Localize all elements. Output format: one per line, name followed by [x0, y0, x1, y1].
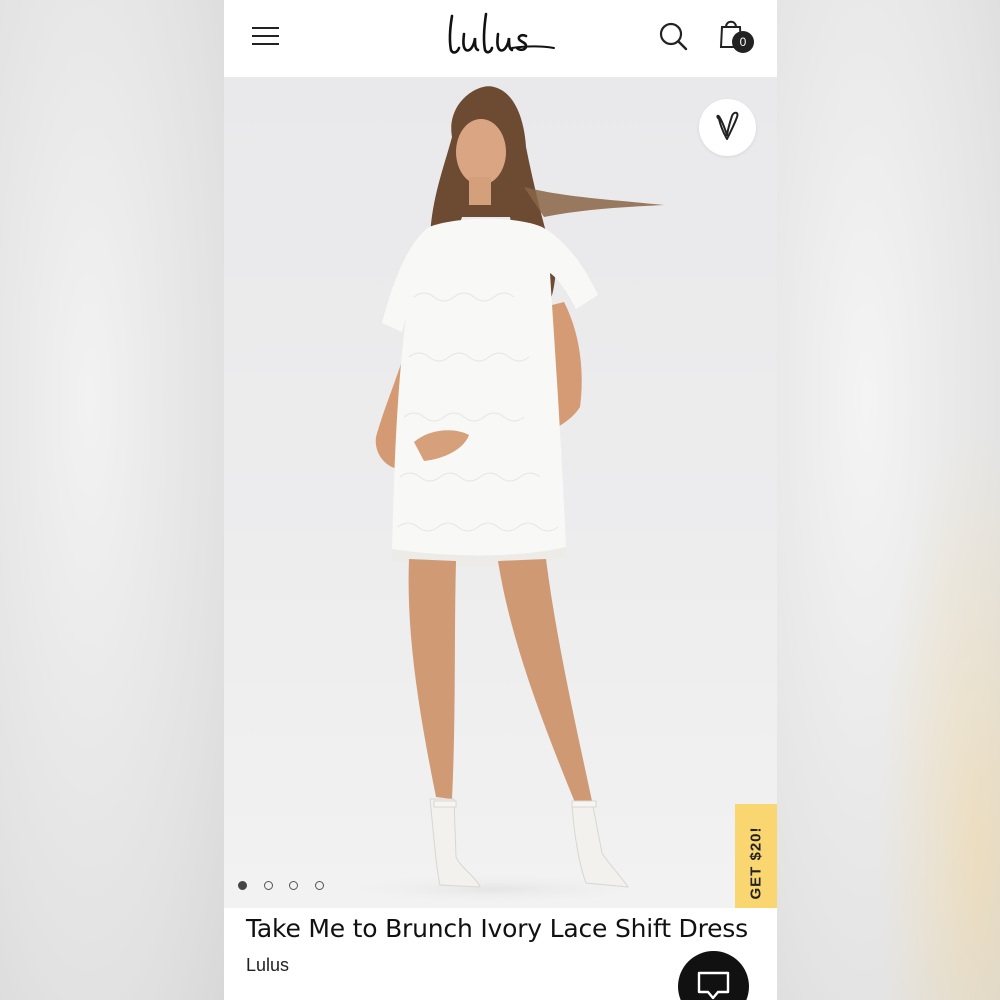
mobile-page: 0 GET $20! Take Me to Brunch Ivory Lace …	[224, 0, 777, 1000]
menu-icon[interactable]	[252, 24, 280, 48]
background-right	[777, 0, 1000, 1000]
promo-tab[interactable]: GET $20!	[735, 804, 777, 908]
carousel-dot-4[interactable]	[315, 881, 324, 890]
model-photo	[344, 86, 664, 903]
chat-button[interactable]	[678, 951, 749, 1000]
chat-bubble-icon	[697, 971, 730, 1000]
promo-label: GET $20!	[747, 825, 765, 900]
product-title: Take Me to Brunch Ivory Lace Shift Dress	[246, 914, 748, 943]
background-left	[0, 0, 224, 1000]
cart-count-badge: 0	[732, 31, 754, 53]
product-image[interactable]: GET $20!	[224, 77, 777, 908]
carousel-dot-1[interactable]	[238, 881, 247, 890]
carousel-dot-3[interactable]	[289, 881, 298, 890]
heart-icon	[716, 111, 739, 140]
brand-logo[interactable]	[446, 8, 556, 60]
carousel-dot-2[interactable]	[264, 881, 273, 890]
product-brand[interactable]: Lulus	[246, 955, 289, 976]
favorite-button[interactable]	[699, 99, 756, 156]
search-icon[interactable]	[658, 21, 688, 51]
site-header: 0	[224, 0, 777, 78]
